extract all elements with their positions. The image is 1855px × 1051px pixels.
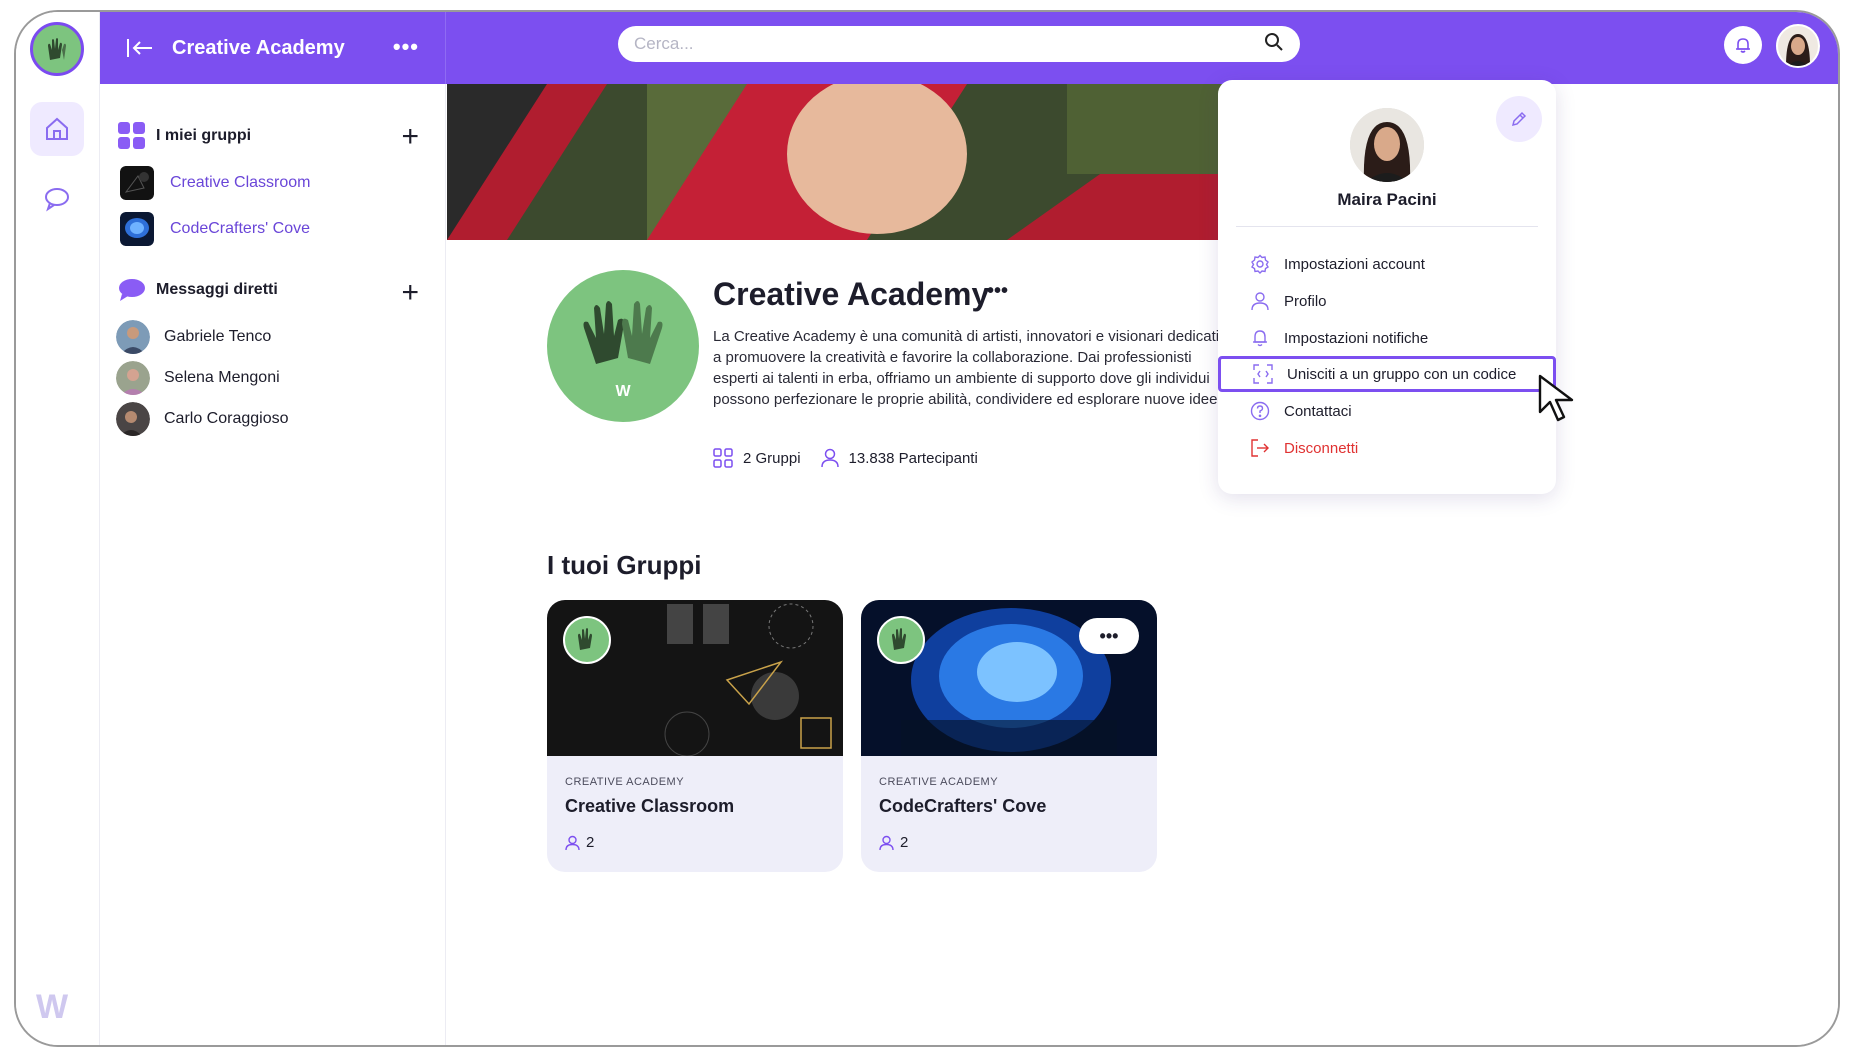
- add-message-button[interactable]: +: [401, 278, 419, 308]
- members-count: 2: [586, 834, 595, 851]
- community-header: Creative Academy •••: [100, 12, 446, 84]
- avatar: [116, 320, 150, 354]
- community-title: Creative Academy: [713, 276, 990, 312]
- menu-item-label: Contattaci: [1284, 402, 1352, 420]
- community-description: La Creative Academy è una comunità di ar…: [713, 328, 1222, 408]
- menu-item-label: Unisciti a un gruppo con un codice: [1287, 365, 1517, 383]
- menu-item-logout[interactable]: Disconnetti: [1218, 430, 1556, 466]
- help-icon: [1250, 401, 1270, 421]
- group-name: Creative Classroom: [565, 796, 735, 816]
- group-card-codecrafters-cove[interactable]: ••• CREATIVE ACADEMY CodeCrafters' Cove …: [861, 600, 1157, 872]
- dm-item[interactable]: Gabriele Tenco: [116, 320, 271, 354]
- brand-logo: W: [36, 988, 68, 1026]
- menu-item-contact-us[interactable]: Contattaci: [1218, 393, 1556, 429]
- groups-count-label: 2 Gruppi: [743, 449, 801, 467]
- top-bar: Creative Academy •••: [100, 12, 1838, 84]
- avatar: [116, 361, 150, 395]
- group-org-label: CREATIVE ACADEMY: [879, 776, 999, 788]
- profile-avatar: [1350, 108, 1424, 182]
- community-logo-icon[interactable]: [30, 22, 84, 76]
- group-members: 2: [879, 834, 908, 851]
- more-options-icon[interactable]: •••: [393, 34, 419, 60]
- chat-bubble-icon: [119, 279, 145, 301]
- search-bar[interactable]: [618, 26, 1300, 62]
- logout-icon: [1251, 439, 1269, 457]
- my-groups-label: I miei gruppi: [156, 127, 252, 144]
- my-groups-header: I miei gruppi: [118, 122, 251, 150]
- add-group-button[interactable]: +: [401, 122, 419, 152]
- menu-item-profile[interactable]: Profilo: [1218, 283, 1556, 319]
- scan-icon: [1253, 364, 1273, 384]
- app-window: W Creative Academy ••• I miei gruppi: [14, 10, 1840, 1047]
- menu-item-label: Impostazioni notifiche: [1284, 329, 1429, 347]
- edit-profile-icon[interactable]: [1496, 96, 1542, 142]
- group-community-badge: [877, 616, 925, 664]
- menu-item-notification-settings[interactable]: Impostazioni notifiche: [1218, 320, 1556, 356]
- dm-item[interactable]: Carlo Coraggioso: [116, 402, 289, 436]
- dm-item[interactable]: Selena Mengoni: [116, 361, 280, 395]
- community-avatar: W: [547, 270, 699, 422]
- cover-image: [447, 84, 1227, 240]
- group-thumbnail: [120, 166, 154, 200]
- dm-name: Carlo Coraggioso: [164, 410, 289, 427]
- dm-name: Selena Mengoni: [164, 369, 280, 386]
- group-members: 2: [565, 834, 594, 851]
- participants-count-label: 13.838 Partecipanti: [848, 449, 978, 467]
- menu-item-label: Profilo: [1284, 292, 1327, 310]
- group-name: CodeCrafters' Cove: [879, 796, 1047, 816]
- your-groups-title: I tuoi Gruppi: [547, 550, 702, 580]
- user-icon: [1251, 292, 1269, 311]
- grid-icon: [713, 448, 733, 468]
- groups-count: 2 Gruppi: [713, 448, 801, 468]
- menu-item-label: Impostazioni account: [1284, 255, 1425, 273]
- sidebar: I miei gruppi + Creative Classroom CodeC…: [100, 84, 446, 1045]
- group-thumbnail: [120, 212, 154, 246]
- group-card-creative-classroom[interactable]: CREATIVE ACADEMY Creative Classroom 2: [547, 600, 843, 872]
- sidebar-item-label: Creative Classroom: [170, 174, 311, 191]
- home-icon[interactable]: [30, 102, 84, 156]
- bell-icon: [1253, 330, 1267, 347]
- community-logo-letter: W: [615, 383, 631, 400]
- sidebar-item-label: CodeCrafters' Cove: [170, 220, 310, 237]
- groups-grid-icon: [118, 122, 145, 149]
- user-avatar[interactable]: [1776, 24, 1820, 68]
- main-content: W Creative Academy ••• La Creative Acade…: [447, 84, 1838, 1045]
- collapse-sidebar-icon[interactable]: [126, 36, 156, 60]
- members-count: 2: [900, 834, 909, 851]
- participants-count: 13.838 Partecipanti: [820, 448, 978, 468]
- dm-name: Gabriele Tenco: [164, 328, 272, 345]
- menu-item-join-group-with-code[interactable]: Unisciti a un gruppo con un codice: [1218, 356, 1556, 392]
- search-icon[interactable]: [1264, 32, 1284, 57]
- sidebar-item-creative-classroom[interactable]: Creative Classroom: [120, 166, 310, 200]
- direct-messages-label: Messaggi diretti: [156, 281, 278, 298]
- group-more-options-button[interactable]: •••: [1079, 618, 1139, 654]
- sidebar-item-codecrafters-cove[interactable]: CodeCrafters' Cove: [120, 212, 310, 246]
- avatar: [116, 402, 150, 436]
- chat-icon[interactable]: [30, 172, 84, 226]
- community-more-icon[interactable]: •••: [987, 280, 1008, 303]
- user-icon: [820, 448, 839, 468]
- community-title: Creative Academy: [172, 36, 345, 59]
- menu-item-label: Disconnetti: [1284, 439, 1359, 457]
- group-community-badge: [563, 616, 611, 664]
- profile-user-name: Maira Pacini: [1337, 190, 1437, 209]
- menu-item-account-settings[interactable]: Impostazioni account: [1218, 246, 1556, 282]
- gear-icon: [1251, 254, 1269, 274]
- search-input[interactable]: [634, 34, 1264, 54]
- notifications-bell-icon[interactable]: [1724, 26, 1762, 64]
- user-icon: [565, 835, 580, 850]
- mouse-pointer-icon: [1536, 372, 1580, 429]
- direct-messages-header: Messaggi diretti: [118, 278, 278, 302]
- left-rail: W: [16, 12, 100, 1045]
- menu-divider: [1236, 226, 1538, 227]
- user-icon: [879, 835, 894, 850]
- group-org-label: CREATIVE ACADEMY: [565, 776, 685, 788]
- community-stats: 2 Gruppi 13.838 Partecipanti: [713, 448, 998, 468]
- profile-menu: Maira Pacini Impostazioni account Profil…: [1218, 80, 1556, 494]
